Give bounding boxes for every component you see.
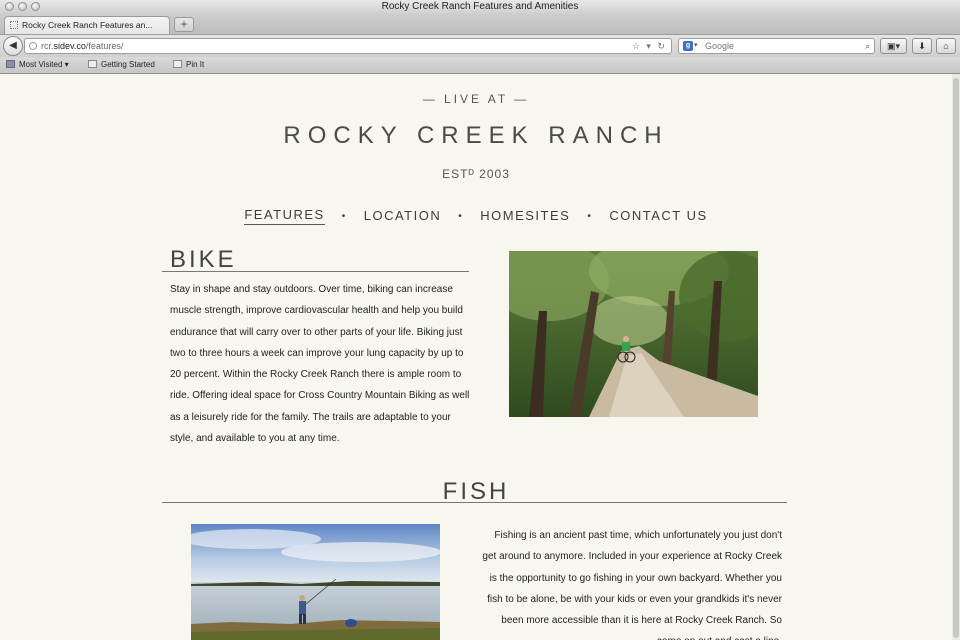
bookmark-pin-it[interactable]: Pin It <box>173 57 204 73</box>
bike-heading: BIKE <box>170 246 237 273</box>
site-identity-icon[interactable] <box>29 42 37 50</box>
window-title: Rocky Creek Ranch Features and Amenities <box>381 1 579 12</box>
search-bar[interactable]: g ▾ Google ⌕ <box>678 38 875 54</box>
back-button[interactable]: ◀ <box>3 36 23 56</box>
page-actions-button[interactable]: ▣▾ <box>880 38 907 54</box>
nav-separator: • <box>587 210 593 222</box>
bike-divider <box>162 271 469 272</box>
fish-divider <box>162 502 787 503</box>
tab-strip: Rocky Creek Ranch Features an... + <box>0 14 960 35</box>
bookmark-most-visited[interactable]: Most Visited ▾ <box>6 57 69 73</box>
page-icon <box>88 60 97 68</box>
web-page: — LIVE AT — ROCKY CREEK RANCH ESTᴰ 2003 … <box>0 74 952 640</box>
nav-location[interactable]: LOCATION <box>364 208 442 225</box>
page-icon <box>173 60 182 68</box>
new-tab-button[interactable]: + <box>174 17 194 32</box>
address-url: rcr.sidev.co/features/ <box>41 41 124 51</box>
nav-features[interactable]: FEATURES <box>244 207 325 225</box>
browser-tab-label: Rocky Creek Ranch Features an... <box>22 20 153 30</box>
browser-tab[interactable]: Rocky Creek Ranch Features an... <box>4 16 170 34</box>
established-label: ESTᴰ 2003 <box>442 167 510 181</box>
tab-favicon-icon <box>10 21 18 29</box>
page-scrollbar-thumb[interactable] <box>953 78 959 638</box>
window-controls[interactable] <box>5 2 40 11</box>
nav-homesites[interactable]: HOMESITES <box>480 208 570 225</box>
fishing-lake-photo <box>191 524 440 640</box>
bookmarks-toolbar: Most Visited ▾ Getting Started Pin It <box>0 57 960 74</box>
chevron-down-icon[interactable]: ▾ <box>694 39 698 53</box>
nav-separator: • <box>458 210 464 222</box>
window-titlebar: Rocky Creek Ranch Features and Amenities <box>0 0 960 14</box>
bike-trail-photo <box>509 251 758 417</box>
search-engine-icon[interactable]: g <box>683 41 693 51</box>
bookmark-getting-started[interactable]: Getting Started <box>88 57 155 73</box>
fish-description: Fishing is an ancient past time, which u… <box>482 530 782 640</box>
nav-separator: • <box>341 210 347 222</box>
zoom-window-button[interactable] <box>31 2 40 11</box>
main-nav: FEATURES • LOCATION • HOMESITES • CONTAC… <box>0 207 952 225</box>
search-placeholder: Google <box>705 41 735 51</box>
live-at-label: — LIVE AT — <box>422 92 530 106</box>
downloads-icon[interactable]: ⬇ <box>912 38 932 54</box>
nav-contact-us[interactable]: CONTACT US <box>609 208 707 225</box>
search-icon[interactable]: ⌕ <box>865 39 870 53</box>
navigation-toolbar: ◀ rcr.sidev.co/features/ ☆ ▾ ↻ g ▾ Googl… <box>0 35 960 57</box>
minimize-window-button[interactable] <box>18 2 27 11</box>
bookmark-star-icon[interactable]: ☆ ▾ ↻ <box>632 39 667 53</box>
site-title[interactable]: ROCKY CREEK RANCH <box>0 122 952 150</box>
address-bar[interactable]: rcr.sidev.co/features/ ☆ ▾ ↻ <box>24 38 672 54</box>
home-icon[interactable]: ⌂ <box>936 38 956 54</box>
close-window-button[interactable] <box>5 2 14 11</box>
bike-description: Stay in shape and stay outdoors. Over ti… <box>170 284 470 445</box>
folder-icon <box>6 60 15 68</box>
